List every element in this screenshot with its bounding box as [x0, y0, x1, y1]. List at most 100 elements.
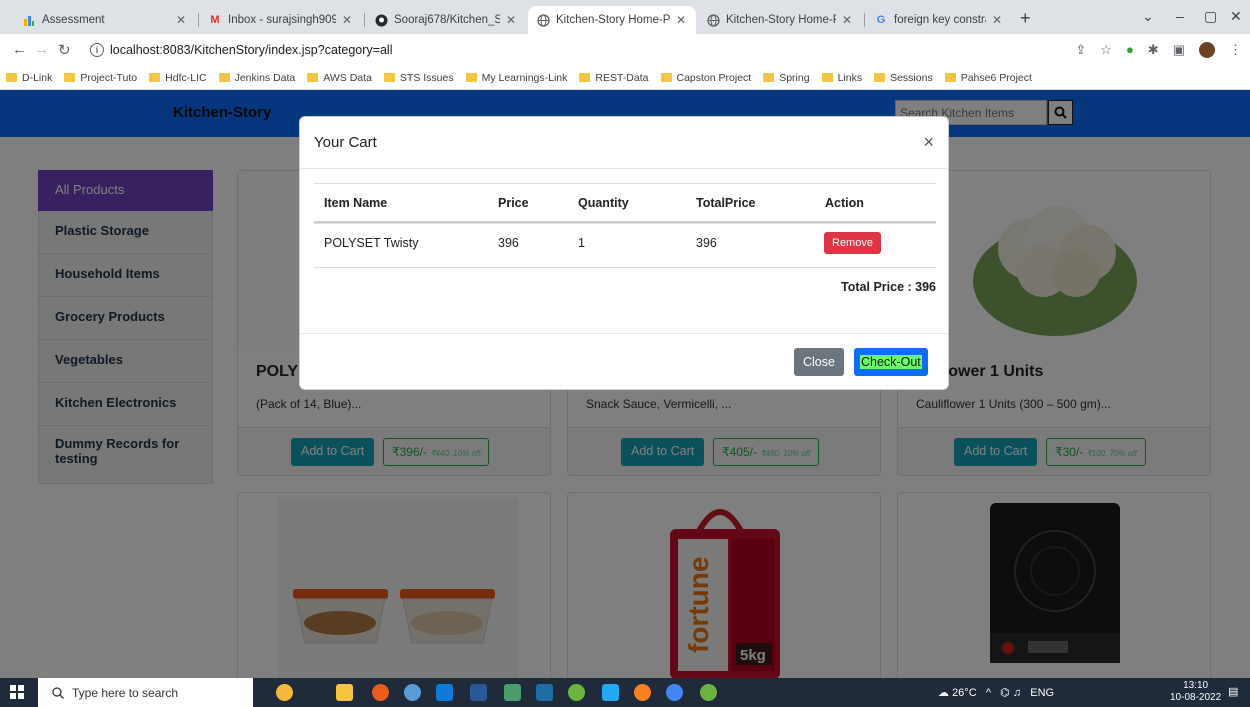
word-icon[interactable]: [470, 684, 487, 701]
share-icon[interactable]: ⇪: [1075, 42, 1086, 58]
menu-kebab-icon[interactable]: ⋮: [1229, 42, 1242, 58]
close-icon[interactable]: ✕: [990, 13, 1004, 27]
weather-icon[interactable]: ☁: [938, 687, 949, 699]
language-indicator[interactable]: ENG: [1030, 687, 1054, 699]
close-icon[interactable]: ✕: [340, 13, 354, 27]
remote-desktop-icon[interactable]: [536, 684, 553, 701]
tab-search-chevron-icon[interactable]: ⌄: [1142, 8, 1154, 25]
volume-icon[interactable]: ♫: [1013, 687, 1021, 699]
puzzle-icon[interactable]: ✱: [1148, 42, 1159, 58]
tab-google-search[interactable]: G foreign key constraint in sq ✕: [866, 6, 1012, 34]
close-icon[interactable]: ✕: [174, 13, 188, 27]
total-row: Total Price : 396: [314, 267, 936, 311]
chevron-up-icon[interactable]: ^: [986, 687, 991, 699]
tab-strip: Assessment ✕ M Inbox - surajsingh9090@gm…: [0, 0, 1250, 34]
checkout-button[interactable]: Check-Out: [854, 348, 928, 376]
modal-close-icon[interactable]: ×: [923, 132, 934, 153]
bar-chart-icon: [22, 13, 36, 27]
bookmark-item[interactable]: Capston Project: [660, 72, 751, 84]
bookmark-item[interactable]: Pahse6 Project: [944, 72, 1032, 84]
firefox-icon[interactable]: [372, 684, 389, 701]
window-close-icon[interactable]: ✕: [1230, 8, 1242, 25]
extension-bug-icon[interactable]: ●: [1126, 42, 1134, 58]
tab-gmail[interactable]: M Inbox - surajsingh9090@gm ✕: [200, 6, 362, 34]
cart-item-name: POLYSET Twisty: [324, 236, 419, 250]
modal-header: Your Cart ×: [300, 117, 948, 169]
folder-icon: [763, 73, 775, 82]
cart-table: Item Name Price Quantity TotalPrice Acti…: [314, 183, 936, 311]
bookmark-item[interactable]: Links: [821, 72, 862, 84]
cart-item-price: 396: [498, 236, 519, 250]
bookmark-item[interactable]: Spring: [763, 72, 810, 84]
folder-icon: [579, 73, 591, 82]
notification-icon[interactable]: ▤: [1228, 685, 1238, 698]
modal-title: Your Cart: [314, 134, 377, 151]
postman-icon[interactable]: [634, 684, 651, 701]
close-icon[interactable]: ✕: [674, 13, 688, 27]
cart-item-quantity: 1: [578, 236, 585, 250]
col-item-name: Item Name: [324, 196, 388, 210]
bookmark-item[interactable]: AWS Data: [307, 72, 372, 84]
table-row: POLYSET Twisty 396 1 396 Remove: [314, 223, 936, 267]
sidepanel-icon[interactable]: ▣: [1173, 42, 1185, 58]
minimize-icon[interactable]: –: [1176, 8, 1184, 24]
star-icon[interactable]: ☆: [1100, 42, 1112, 58]
folder-icon: [383, 73, 395, 82]
remove-button[interactable]: Remove: [824, 232, 881, 254]
new-tab-icon[interactable]: +: [1020, 8, 1031, 29]
windows-start-icon[interactable]: [10, 685, 24, 699]
tab-kitchen-story[interactable]: Kitchen-Story Home-Page ✕: [698, 6, 862, 34]
modal-footer: Close Check-Out: [300, 333, 948, 391]
sts-icon[interactable]: [700, 684, 717, 701]
close-icon[interactable]: ✕: [504, 13, 518, 27]
cortana-icon[interactable]: [276, 684, 293, 701]
excel-icon[interactable]: [504, 684, 521, 701]
chrome-icon[interactable]: [666, 684, 683, 701]
folder-icon: [218, 73, 230, 82]
outlook-icon[interactable]: [436, 684, 453, 701]
teams-icon[interactable]: [404, 684, 421, 701]
maximize-icon[interactable]: ▢: [1204, 8, 1217, 25]
cart-item-total: 396: [696, 236, 717, 250]
bookmark-item[interactable]: Project-Tuto: [64, 72, 137, 84]
bookmark-item[interactable]: STS Issues: [383, 72, 454, 84]
folder-icon: [307, 73, 319, 82]
bookmark-item[interactable]: Jenkins Data: [218, 72, 295, 84]
vscode-icon[interactable]: [602, 684, 619, 701]
taskbar-clock[interactable]: 13:10 10-08-2022: [1170, 680, 1221, 704]
close-icon[interactable]: ✕: [840, 13, 854, 27]
address-bar[interactable]: i localhost:8083/KitchenStory/index.jsp?…: [90, 38, 1090, 62]
bookmark-item[interactable]: Sessions: [874, 72, 933, 84]
browser-toolbar: ← → ↻ i localhost:8083/KitchenStory/inde…: [0, 34, 1250, 66]
col-price: Price: [498, 196, 529, 210]
bookmark-item[interactable]: REST-Data: [579, 72, 649, 84]
profile-avatar[interactable]: [1199, 42, 1215, 58]
cart-total-price: Total Price : 396: [841, 280, 936, 294]
file-explorer-icon[interactable]: [336, 684, 353, 701]
spring-tool-icon[interactable]: [568, 684, 585, 701]
tab-github[interactable]: Sooraj678/Kitchen_Story: Pl ✕: [366, 6, 526, 34]
extension-icons: ⇪ ☆ ● ✱ ▣ ⋮: [1075, 42, 1242, 58]
folder-icon: [821, 73, 833, 82]
cart-modal: Your Cart × Item Name Price Quantity Tot…: [299, 116, 949, 390]
bookmark-item[interactable]: D-Link: [6, 72, 52, 84]
forward-icon[interactable]: →: [34, 41, 49, 58]
tab-assessment[interactable]: Assessment ✕: [14, 6, 196, 34]
bookmark-item[interactable]: Hdfc-LIC: [149, 72, 207, 84]
reload-icon[interactable]: ↻: [58, 41, 71, 59]
close-button[interactable]: Close: [794, 348, 844, 376]
bookmark-item[interactable]: My Learnings-Link: [465, 72, 567, 84]
github-icon: [374, 13, 388, 27]
tab-kitchen-story-active[interactable]: Kitchen-Story Home-Page ✕: [528, 6, 696, 34]
cart-table-header: Item Name Price Quantity TotalPrice Acti…: [314, 183, 936, 223]
back-icon[interactable]: ←: [12, 41, 27, 58]
taskbar-search-input[interactable]: Type here to search: [38, 678, 253, 707]
col-quantity: Quantity: [578, 196, 629, 210]
folder-icon: [944, 73, 956, 82]
weather-temp[interactable]: 26°C: [952, 687, 977, 699]
windows-taskbar: Type here to search ☁ 26°C ^ ⌬ ♫ ENG 13:…: [0, 678, 1250, 707]
network-icon[interactable]: ⌬: [1000, 687, 1010, 699]
gmail-icon: M: [210, 14, 220, 26]
info-icon[interactable]: i: [90, 43, 104, 57]
folder-icon: [6, 73, 17, 82]
